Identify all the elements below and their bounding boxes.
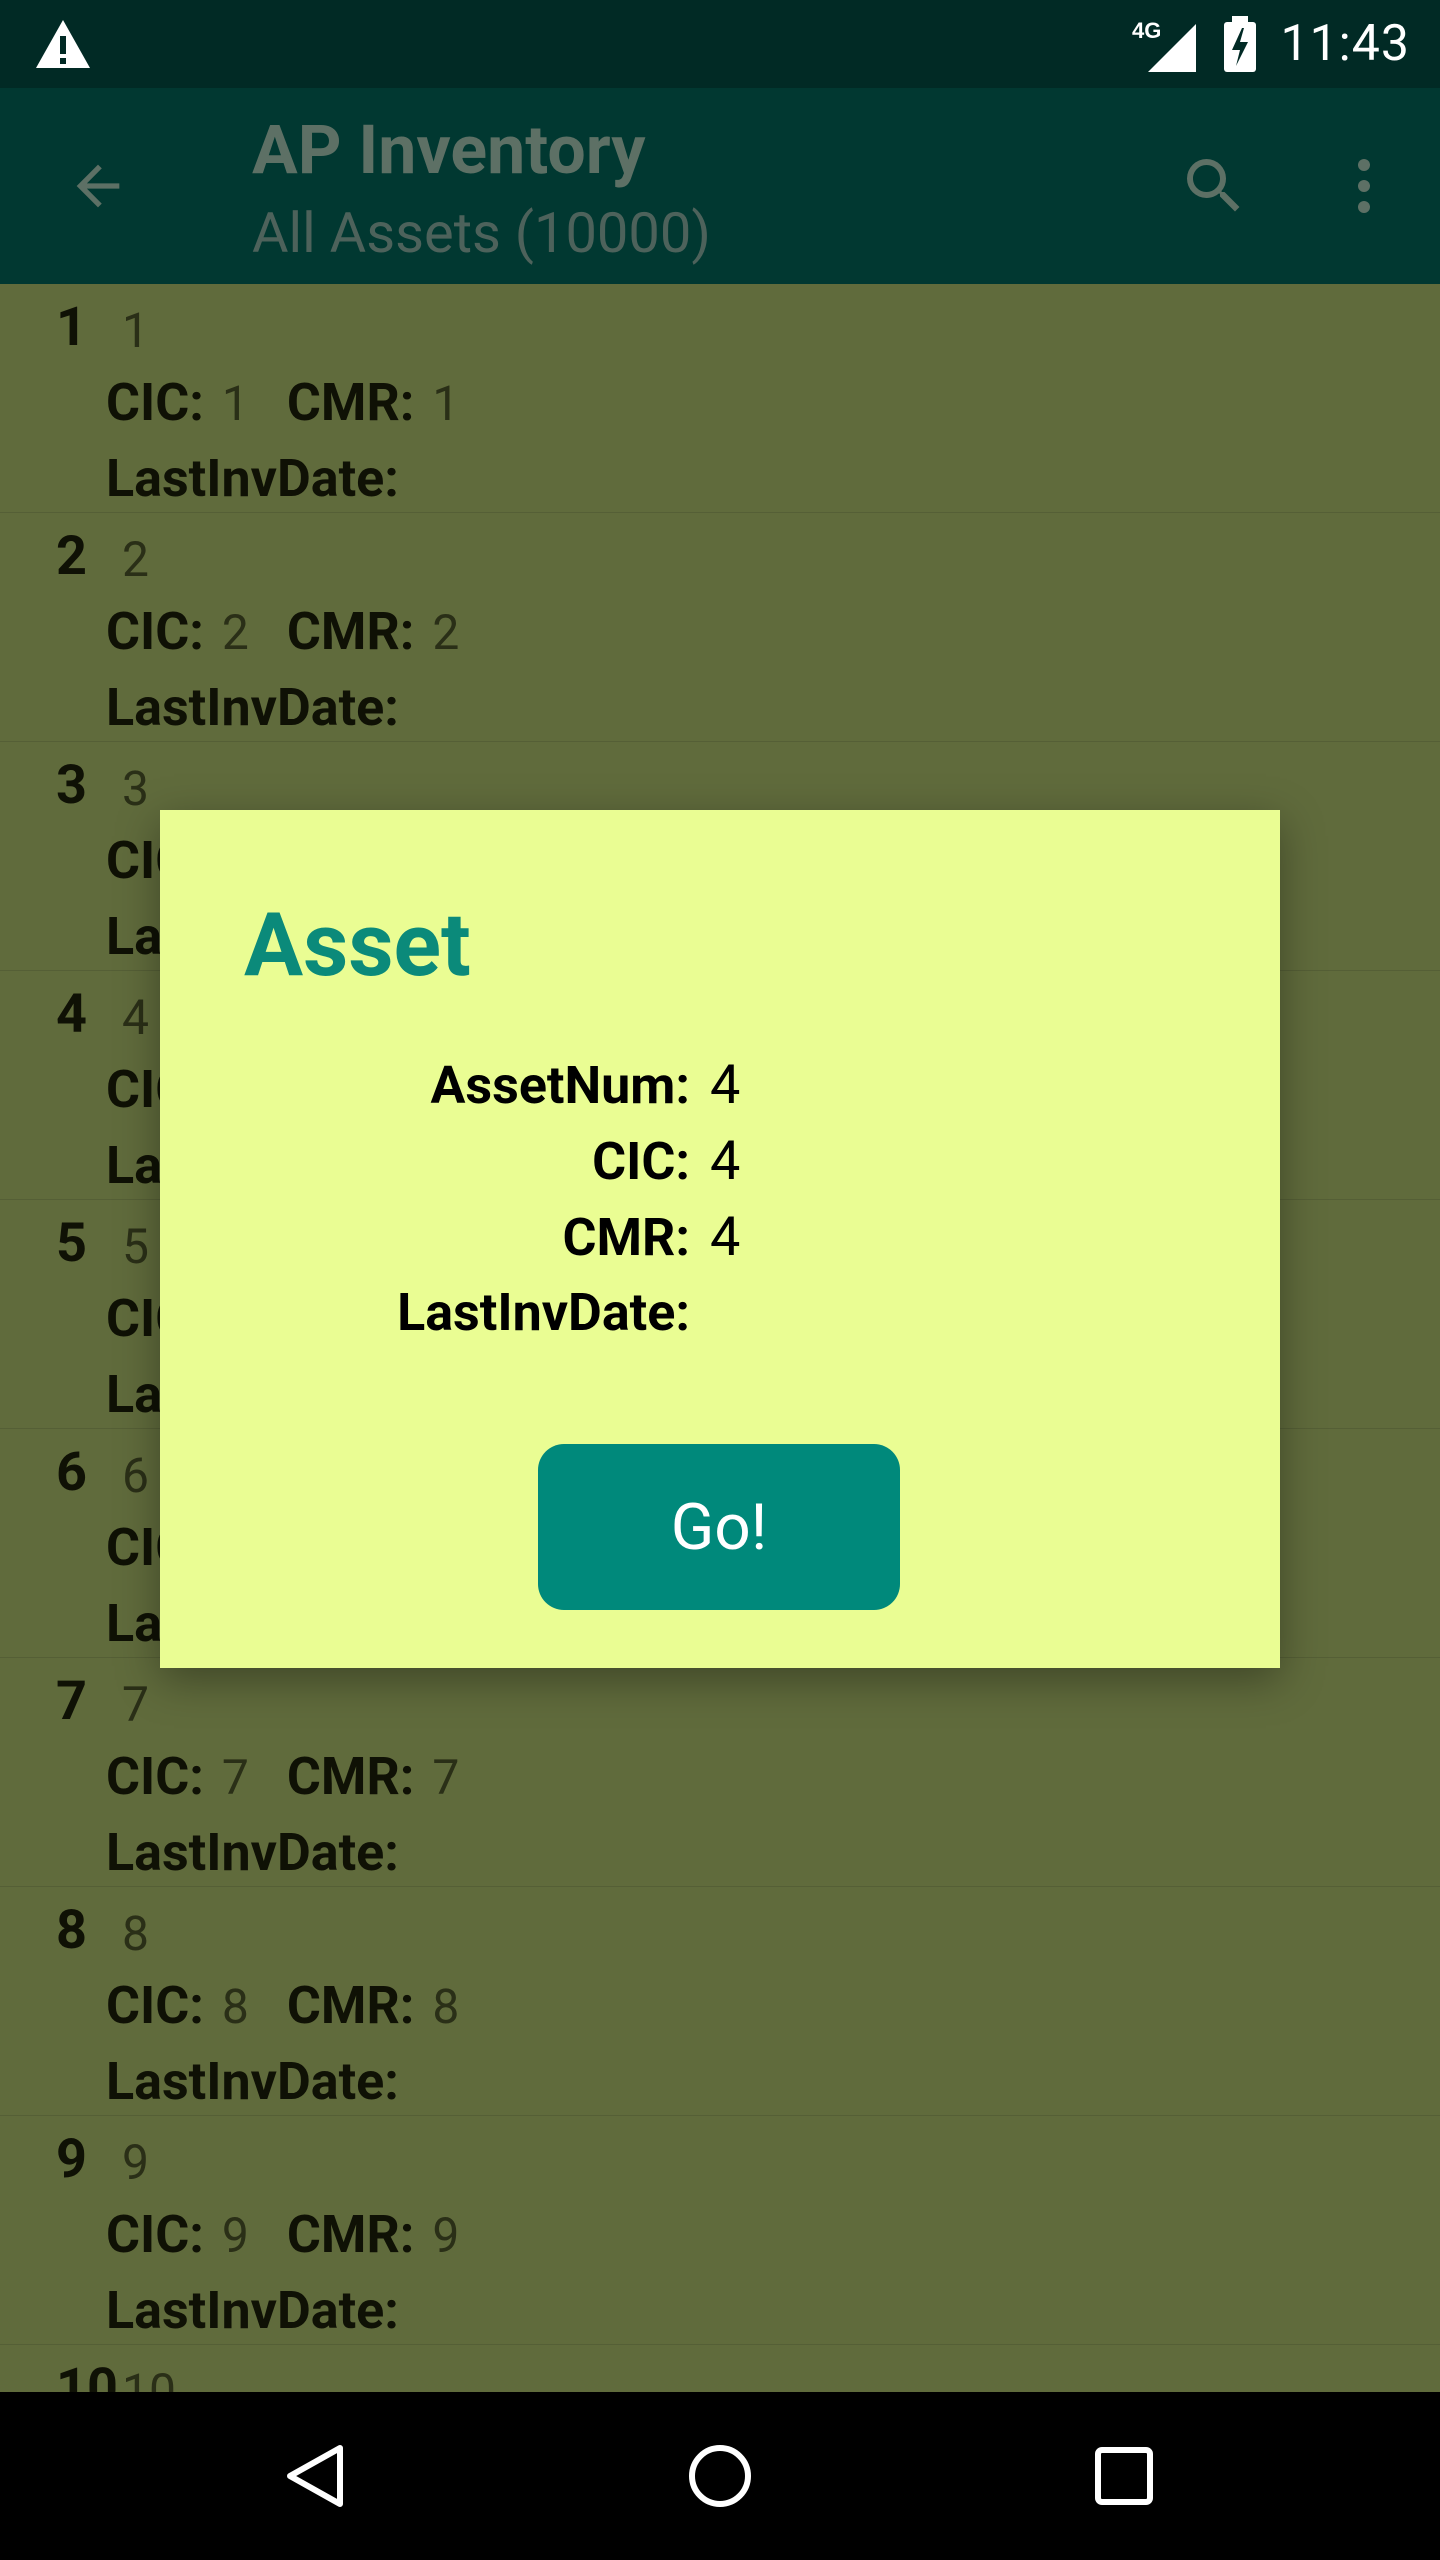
cic-cmr-row: CIC: 2 CMR: 2	[106, 601, 497, 662]
cic-cmr-row: CIC: 9 CMR: 9	[106, 2204, 497, 2265]
list-item[interactable]: 9 9 CIC: 9 CMR: 9 LastInvDate:	[0, 2116, 1440, 2345]
asset-number: 3	[56, 754, 87, 817]
asset-number: 4	[56, 983, 87, 1046]
cic-cmr-row: CIC: 8 CMR: 8	[106, 1975, 497, 2036]
cmr-label: CMR:	[286, 1975, 415, 2036]
nav-recents-button[interactable]	[1074, 2426, 1174, 2526]
cmr-label: CMR:	[286, 372, 415, 433]
signal-icon: 4G	[1132, 18, 1197, 72]
go-button[interactable]: Go!	[538, 1444, 900, 1610]
last-inv-date-label: LastInvDate:	[397, 1282, 690, 1343]
status-bar: 4G 11:43	[0, 0, 1440, 88]
asset-number: 8	[56, 1899, 87, 1962]
cic-cmr-row: CIC: 1 CMR: 1	[106, 372, 497, 433]
cic-label: CIC:	[106, 601, 204, 662]
asset-sub: 1	[122, 302, 149, 359]
asset-sub: 3	[122, 760, 149, 817]
field-row-cic: CIC: 4	[200, 1130, 1200, 1206]
list-item[interactable]: 2 2 CIC: 2 CMR: 2 LastInvDate:	[0, 513, 1440, 742]
list-item[interactable]: 10 10 CIC: 10 CMR: 10 LastInvDate:	[0, 2345, 1440, 2392]
asset-number: 9	[56, 2128, 87, 2191]
cmr-value: 2	[432, 604, 460, 661]
asset-number: 2	[56, 525, 87, 588]
asset-number: 5	[56, 1212, 87, 1275]
cmr-value: 9	[432, 2207, 460, 2264]
cic-value: 1	[221, 375, 249, 432]
battery-charging-icon	[1224, 16, 1257, 72]
last-inv-date-label: LastInvDate:	[106, 2051, 399, 2112]
list-item[interactable]: 7 7 CIC: 7 CMR: 7 LastInvDate:	[0, 1658, 1440, 1887]
network-type: 4G	[1132, 18, 1161, 43]
asset-dialog: Asset AssetNum: 4 CIC: 4 CMR: 4 LastInvD…	[160, 810, 1280, 1668]
list-item[interactable]: 1 1 CIC: 1 CMR: 1 LastInvDate:	[0, 284, 1440, 513]
last-inv-date-label: LastInvDate:	[106, 2280, 399, 2341]
list-item[interactable]: 8 8 CIC: 8 CMR: 8 LastInvDate:	[0, 1887, 1440, 2116]
field-row-cmr: CMR: 4	[200, 1206, 1200, 1282]
cic-value: 8	[221, 1978, 249, 2035]
cmr-label: CMR:	[562, 1207, 690, 1268]
cic-label: CIC:	[106, 2204, 204, 2265]
asset-number: 1	[56, 296, 87, 359]
navigation-bar	[0, 2392, 1440, 2560]
search-icon	[1187, 159, 1240, 212]
cic-value: 2	[221, 604, 249, 661]
asset-sub: 8	[122, 1905, 149, 1962]
asset-sub: 10	[122, 2363, 176, 2392]
asset-sub: 5	[122, 1218, 149, 1275]
cmr-value: 7	[432, 1749, 460, 1806]
arrow-back-icon	[76, 164, 120, 208]
cic-label: CIC:	[106, 1746, 204, 1807]
app-title: AP Inventory	[252, 110, 646, 190]
field-row-last-inv-date: LastInvDate:	[200, 1282, 1200, 1358]
cic-value: 7	[221, 1749, 249, 1806]
cic-label: CIC:	[106, 372, 204, 433]
asset-sub: 2	[122, 531, 149, 588]
overflow-menu-button[interactable]	[1320, 142, 1408, 230]
asset-sub: 7	[122, 1676, 149, 1733]
search-button[interactable]	[1170, 142, 1258, 230]
field-row-asset-num: AssetNum: 4	[200, 1054, 1200, 1130]
dialog-title: Asset	[244, 894, 471, 997]
nav-back-button[interactable]	[264, 2426, 364, 2526]
cmr-value: 8	[432, 1978, 460, 2035]
asset-sub: 4	[122, 989, 149, 1046]
nav-back-icon	[287, 2445, 343, 2507]
last-inv-date-label: LastInvDate:	[106, 448, 399, 509]
asset-sub: 9	[122, 2134, 149, 2191]
cmr-label: CMR:	[286, 601, 415, 662]
dialog-fields: AssetNum: 4 CIC: 4 CMR: 4 LastInvDate:	[200, 1054, 1200, 1358]
asset-num-value: 4	[710, 1054, 741, 1117]
asset-num-label: AssetNum:	[430, 1055, 690, 1116]
status-time: 11:43	[1280, 15, 1410, 73]
warning-icon	[36, 20, 90, 68]
asset-number: 10	[56, 2357, 118, 2392]
app-subtitle: All Assets (10000)	[252, 200, 711, 266]
asset-number: 7	[56, 1670, 87, 1733]
cic-cmr-row: CIC: 7 CMR: 7	[106, 1746, 497, 1807]
back-button[interactable]	[56, 144, 140, 228]
cic-value: 4	[710, 1130, 741, 1193]
nav-home-button[interactable]	[670, 2426, 770, 2526]
asset-sub: 6	[122, 1447, 149, 1504]
app-bar: AP Inventory All Assets (10000)	[0, 88, 1440, 284]
cic-label: CIC:	[106, 1975, 204, 2036]
more-vert-icon	[1358, 159, 1370, 213]
cic-value: 9	[221, 2207, 249, 2264]
cmr-value: 1	[432, 375, 460, 432]
cmr-label: CMR:	[286, 2204, 415, 2265]
last-inv-date-label: LastInvDate:	[106, 677, 399, 738]
asset-number: 6	[56, 1441, 87, 1504]
cmr-value: 4	[710, 1206, 741, 1269]
nav-home-icon	[689, 2445, 751, 2507]
cmr-label: CMR:	[286, 1746, 415, 1807]
nav-recents-icon	[1095, 2447, 1153, 2505]
cic-label: CIC:	[592, 1131, 690, 1192]
last-inv-date-label: LastInvDate:	[106, 1822, 399, 1883]
